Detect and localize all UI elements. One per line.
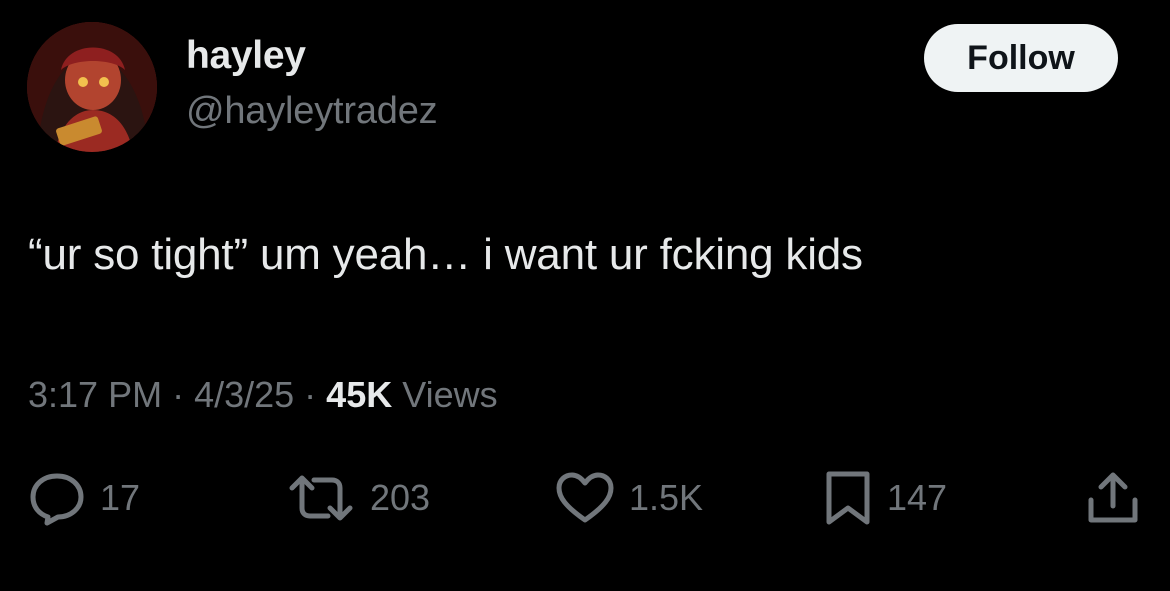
- tweet-text: “ur so tight” um yeah… i want ur fcking …: [28, 230, 863, 279]
- tweet-date[interactable]: 4/3/25: [194, 374, 294, 416]
- follow-button[interactable]: Follow: [924, 24, 1118, 92]
- bookmark-count: 147: [887, 477, 948, 518]
- heart-icon: [556, 472, 614, 523]
- author-handle[interactable]: @hayleytradez: [186, 90, 438, 133]
- meta-separator: ·: [172, 374, 185, 415]
- meta-separator: ·: [304, 374, 317, 415]
- share-icon: [1088, 472, 1138, 523]
- like-button[interactable]: 1.5K: [555, 470, 703, 526]
- repost-icon: [289, 475, 353, 521]
- repost-button[interactable]: 203: [286, 470, 430, 526]
- author-display-name[interactable]: hayley: [186, 34, 306, 78]
- bookmark-icon: [826, 471, 870, 525]
- reply-button[interactable]: 17: [28, 470, 140, 526]
- repost-count: 203: [370, 477, 431, 518]
- tweet-time[interactable]: 3:17 PM: [28, 374, 162, 416]
- avatar-image: [27, 22, 157, 152]
- views-count[interactable]: 45K: [326, 374, 392, 416]
- share-button[interactable]: [1085, 470, 1141, 526]
- avatar[interactable]: [27, 22, 157, 152]
- reply-count: 17: [100, 477, 141, 518]
- tweet-meta: 3:17 PM · 4/3/25 · 45K Views: [28, 374, 498, 416]
- bookmark-button[interactable]: 147: [823, 470, 947, 526]
- reply-icon: [30, 473, 84, 526]
- like-count: 1.5K: [629, 477, 704, 518]
- views-label[interactable]: Views: [402, 374, 497, 416]
